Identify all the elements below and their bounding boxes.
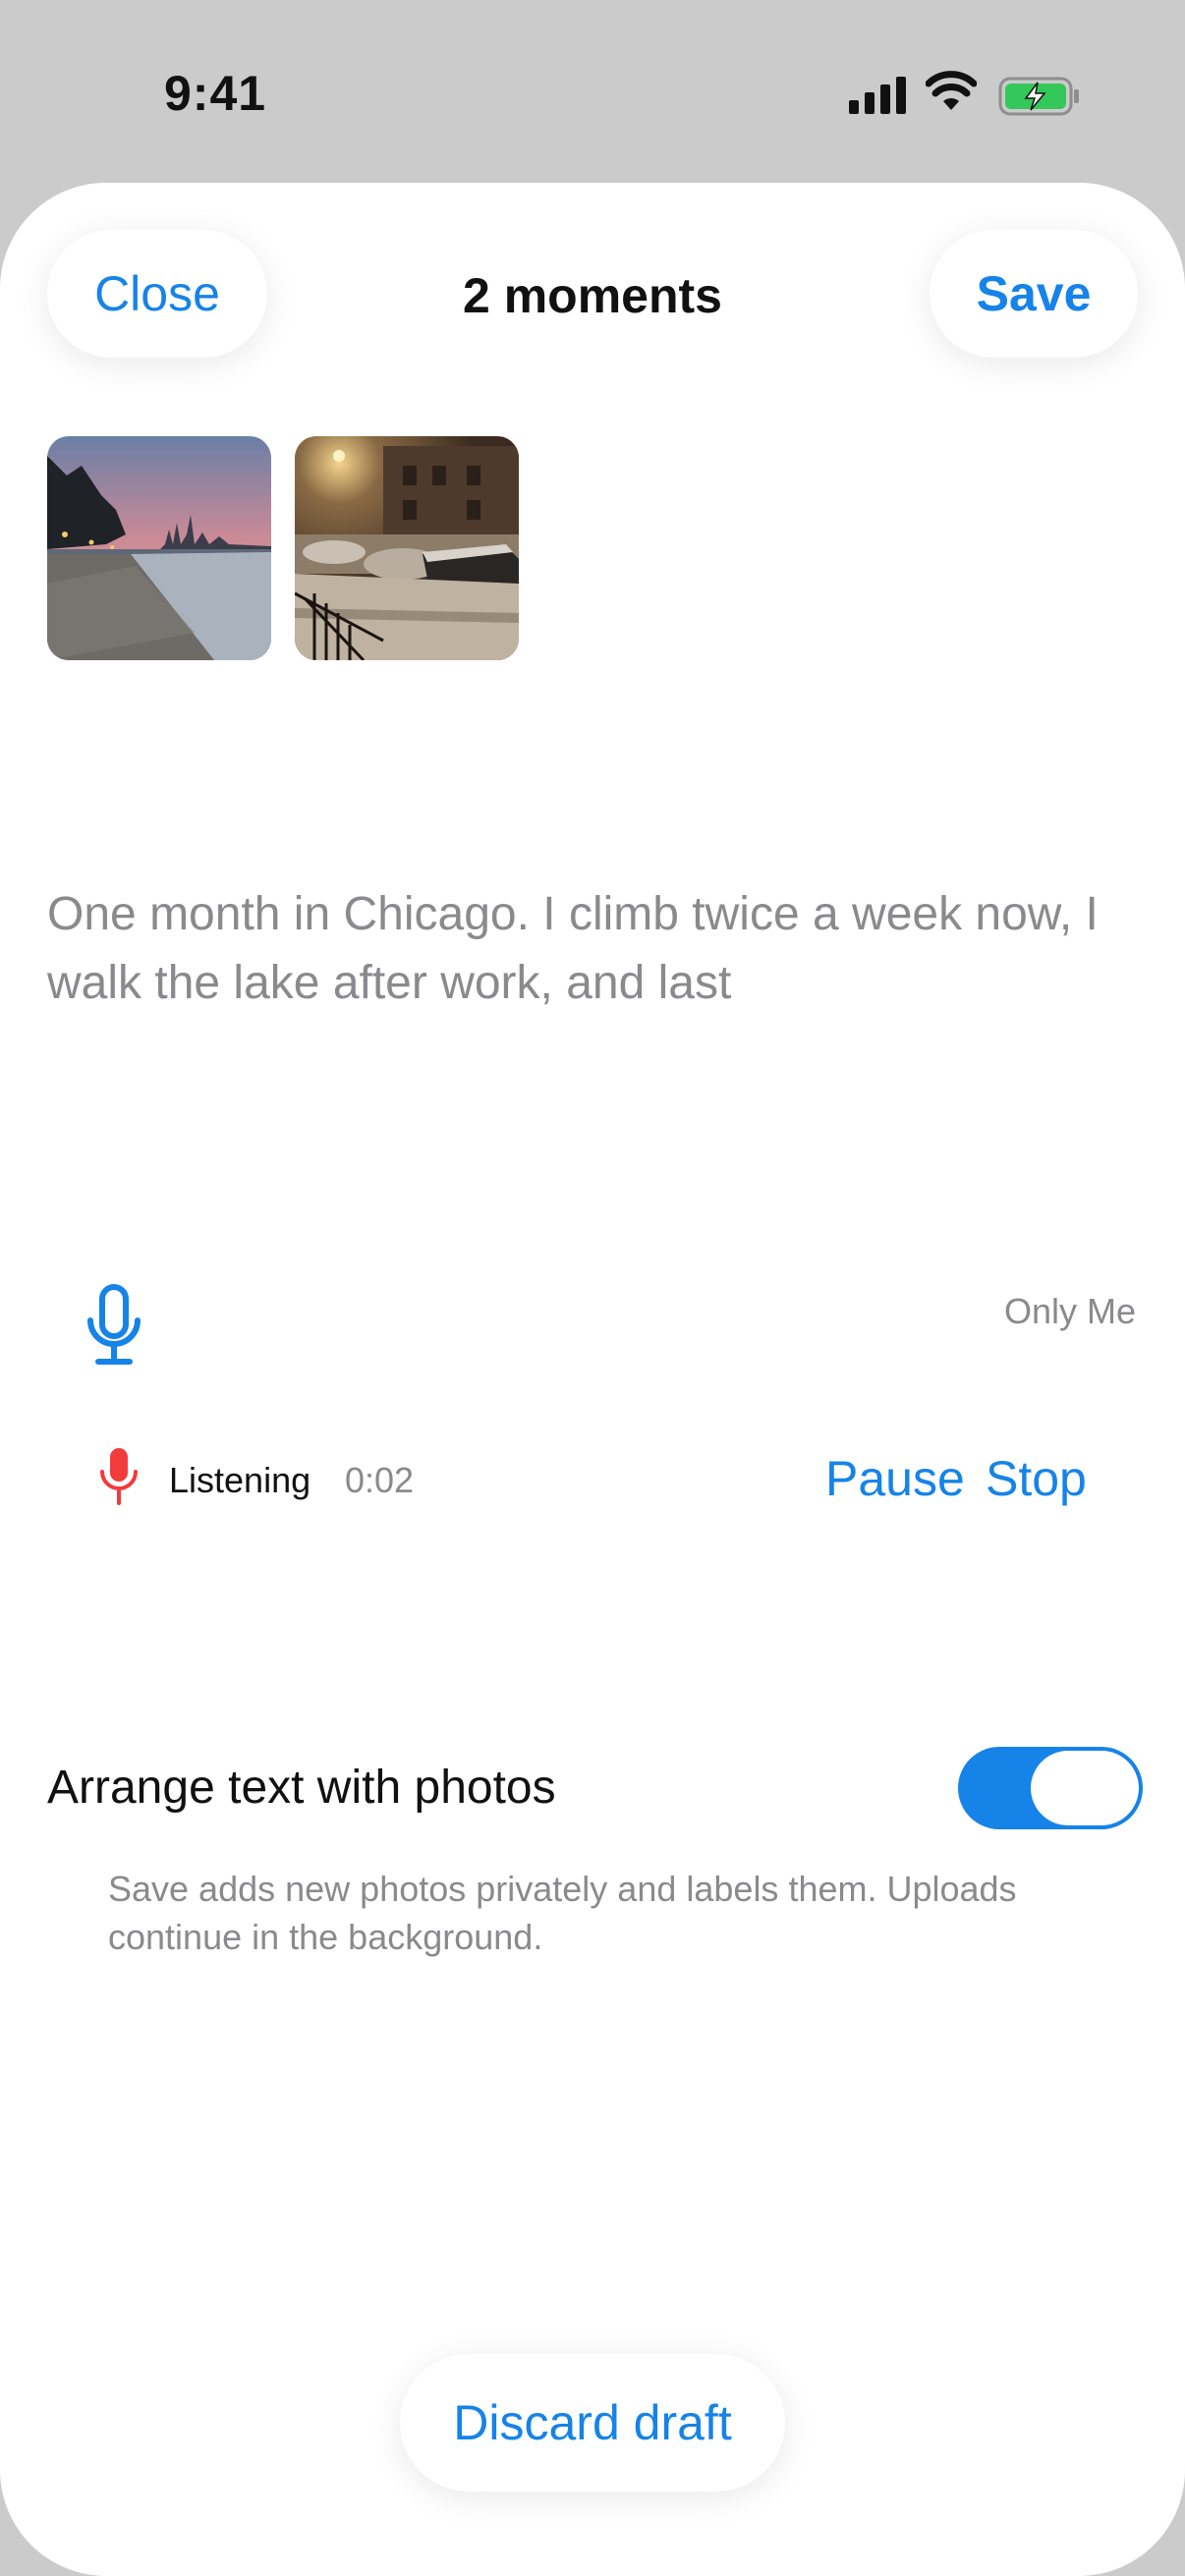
- recording-microphone-icon: [100, 1448, 138, 1505]
- discard-draft-button[interactable]: Discard draft: [400, 2354, 785, 2492]
- toggle-knob: [1031, 1751, 1139, 1825]
- status-time: 9:41: [164, 66, 267, 121]
- compose-sheet: Close 2 moments Save One month in Chicag…: [0, 183, 1185, 2576]
- recording-elapsed-time: 0:02: [345, 1460, 415, 1500]
- cellular-signal-icon: [849, 77, 906, 114]
- arrange-text-toggle[interactable]: [958, 1747, 1143, 1829]
- status-bar: 9:41: [0, 0, 1185, 187]
- lakefront-sunset-photo-icon: [47, 436, 271, 660]
- recording-status-label: Listening: [169, 1460, 311, 1500]
- save-button[interactable]: Save: [930, 230, 1138, 358]
- privacy-selector[interactable]: Only Me: [1004, 1291, 1136, 1332]
- save-helper-text: Save adds new photos privately and label…: [108, 1869, 1017, 1957]
- entry-text-area[interactable]: One month in Chicago. I climb twice a we…: [47, 880, 1148, 1018]
- microphone-icon: [87, 1284, 141, 1365]
- snowy-street-night-photo-icon: [295, 436, 519, 660]
- recording-bar: Listening 0:02 Pause Stop: [0, 1421, 1185, 1539]
- stop-button[interactable]: Stop: [986, 1450, 1087, 1507]
- pause-button[interactable]: Pause: [825, 1450, 965, 1507]
- photo-thumbnail-lakefront[interactable]: [47, 436, 271, 660]
- battery-charging-icon: [998, 77, 1079, 116]
- dictation-button[interactable]: [83, 1281, 145, 1375]
- photo-thumbnail-snowy-street[interactable]: [295, 436, 519, 660]
- arrange-text-label: Arrange text with photos: [47, 1762, 556, 1814]
- wifi-icon: [926, 71, 977, 110]
